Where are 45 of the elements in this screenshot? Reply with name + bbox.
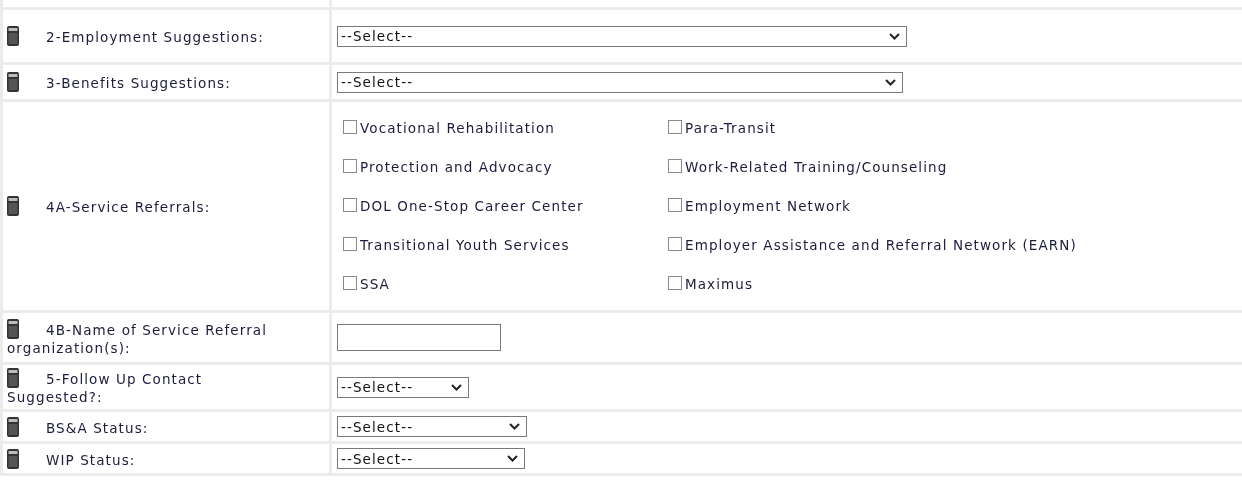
calculator-icon [7, 26, 19, 46]
chevron-icon [885, 78, 896, 86]
select-dropdown[interactable]: --Select-- [337, 25, 907, 47]
checkbox[interactable] [668, 159, 682, 173]
checkbox[interactable] [668, 120, 682, 134]
checkbox[interactable] [343, 198, 357, 212]
field-label: BS&A Status: [7, 416, 299, 437]
checkbox[interactable] [668, 237, 682, 251]
field-label: 5-Follow Up Contact Suggested?: [7, 368, 299, 406]
checkbox[interactable] [668, 276, 682, 290]
checkbox-label: Para-Transit [685, 120, 777, 136]
calculator-icon [7, 368, 19, 388]
select-dropdown[interactable]: --Select-- [337, 448, 525, 469]
field-label: 2-Employment Suggestions: [7, 26, 299, 46]
checkbox-label: Maximus [685, 276, 754, 292]
checkbox-label: Vocational Rehabilitation [360, 120, 555, 136]
select-dropdown[interactable]: --Select-- [337, 416, 527, 437]
chevron-icon [509, 423, 520, 430]
checkbox-label: SSA [360, 276, 390, 292]
calculator-icon [7, 416, 19, 437]
checkbox[interactable] [343, 276, 357, 290]
chevron-icon [451, 383, 462, 391]
chevron-icon [507, 455, 518, 462]
select-dropdown[interactable]: --Select-- [337, 71, 903, 93]
checkbox-label: Employment Network [685, 198, 851, 214]
field-label: WIP Status: [7, 448, 299, 469]
checkbox-label: Transitional Youth Services [360, 237, 570, 253]
checkbox-label: Employer Assistance and Referral Network (EARN) [685, 237, 1077, 253]
checkbox-label: DOL One-Stop Career Center [360, 198, 584, 214]
chevron-icon [889, 32, 900, 40]
calculator-icon [7, 448, 19, 469]
checkbox[interactable] [343, 120, 357, 134]
field-label: 4A-Service Referrals: [7, 196, 299, 216]
checkbox[interactable] [668, 198, 682, 212]
checkbox-label: Protection and Advocacy [360, 159, 553, 175]
checkbox[interactable] [343, 237, 357, 251]
checkbox-label: Work-Related Training/Counseling [685, 159, 948, 175]
field-label: 4B-Name of Service Referral organization(s): [7, 318, 299, 357]
calculator-icon [7, 196, 19, 216]
calculator-icon [7, 72, 19, 92]
checkbox[interactable] [343, 159, 357, 173]
field-label: 3-Benefits Suggestions: [7, 72, 299, 92]
input-field[interactable] [337, 324, 501, 351]
calculator-icon [7, 318, 19, 339]
select-dropdown[interactable]: --Select-- [337, 376, 469, 398]
